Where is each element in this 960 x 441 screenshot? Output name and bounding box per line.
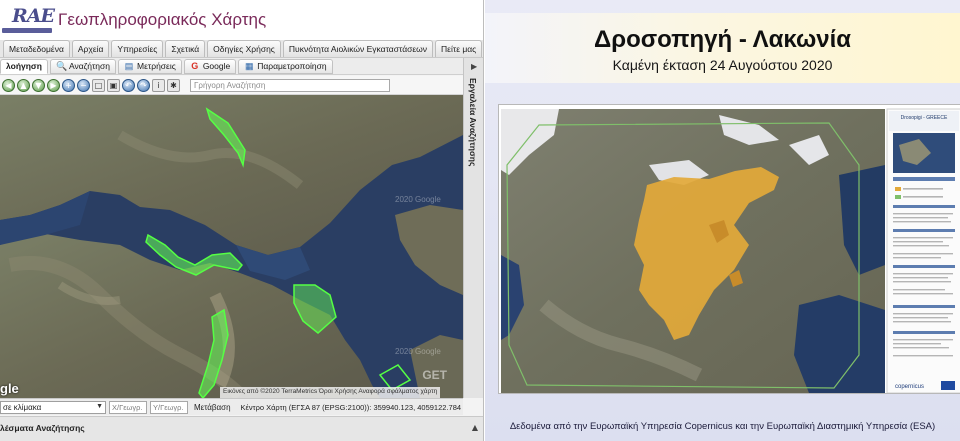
search-tools-panel[interactable]: ▶ Εργαλεία Αναζήτησης bbox=[463, 58, 483, 398]
zoom-extent-icon[interactable]: ▣ bbox=[107, 78, 120, 92]
tab-label: Αναζήτηση bbox=[68, 61, 110, 71]
collapse-icon[interactable]: ▶ bbox=[471, 62, 477, 71]
getc-watermark: GET bbox=[422, 368, 447, 382]
map-watermark: 2020 Google bbox=[395, 347, 441, 356]
scale-select[interactable]: σε κλίμακα ▼ bbox=[0, 400, 106, 414]
search-results-label: λέσματα Αναζήτησης bbox=[0, 423, 85, 433]
status-bar: σε κλίμακα ▼ Χ/Γεωγρ. Υ/Γεωγρ. Μετάβαση … bbox=[0, 398, 463, 415]
menu-tab-feedback[interactable]: Πείτε μας bbox=[435, 40, 483, 57]
logo-bar bbox=[2, 28, 52, 33]
menu-tab-user-guide[interactable]: Οδηγίες Χρήσης bbox=[207, 40, 281, 57]
zoom-out-icon[interactable]: − bbox=[77, 78, 90, 92]
tool-tabs: λοήγηση 🔍 Αναζήτηση ▤ Μετρήσεις G Google… bbox=[0, 58, 465, 75]
search-icon: 🔍 bbox=[55, 61, 68, 71]
tab-label: Παραμετροποίηση bbox=[257, 61, 327, 71]
settings-icon: ▦ bbox=[244, 61, 254, 71]
logo-text: RAE bbox=[12, 5, 55, 27]
tab-google[interactable]: G Google bbox=[183, 58, 237, 74]
pan-left-icon[interactable]: ◀ bbox=[2, 78, 15, 92]
info-icon[interactable]: i bbox=[152, 78, 165, 92]
latitude-input[interactable]: Υ/Γεωγρ. bbox=[150, 400, 188, 414]
slide-subtitle: Καμένη έκταση 24 Αυγούστου 2020 bbox=[612, 57, 833, 73]
longitude-input[interactable]: Χ/Γεωγρ. bbox=[109, 400, 147, 414]
search-tools-label: Εργαλεία Αναζήτησης bbox=[468, 78, 478, 167]
scale-select-value: σε κλίμακα bbox=[3, 402, 42, 412]
ruler-icon: ▤ bbox=[124, 61, 134, 71]
slide-title: Δροσοπηγή - Λακωνία bbox=[593, 26, 852, 53]
map-attribution[interactable]: Εικόνες από ©2020 TerraMetrics Όροι Χρήσ… bbox=[220, 387, 441, 398]
satellite-map-image bbox=[0, 95, 463, 398]
geo-map-app: RAE Γεωπληροφοριακός Χάρτης Μεταδεδομένα… bbox=[0, 0, 484, 441]
copernicus-logo: copernicus bbox=[895, 384, 924, 390]
zoom-next-icon[interactable]: ↷ bbox=[137, 78, 150, 92]
menu-tab-about[interactable]: Σχετικά bbox=[165, 40, 206, 57]
quick-search-input[interactable]: Γρήγορη Αναζήτηση bbox=[190, 78, 390, 92]
map-watermark: 2020 Google bbox=[395, 195, 441, 204]
zoom-in-icon[interactable]: + bbox=[62, 78, 75, 92]
tab-settings[interactable]: ▦ Παραμετροποίηση bbox=[238, 58, 333, 74]
burn-area-map-image: Drosopigi - GREECE copernicus bbox=[499, 105, 960, 393]
map-tools-row: ◀ ▲ ▼ ▶ + − □ ▣ ↶ ↷ i ✱ Γρήγορη Αναζήτησ… bbox=[0, 76, 465, 95]
zoom-previous-icon[interactable]: ↶ bbox=[122, 78, 135, 92]
menu-bar: Μεταδεδομένα Αρχεία Υπηρεσίες Σχετικά Οδ… bbox=[0, 40, 483, 58]
app-title: Γεωπληροφοριακός Χάρτης bbox=[58, 10, 267, 29]
tab-navigation[interactable]: λοήγηση bbox=[0, 58, 48, 74]
chevron-down-icon: ▼ bbox=[96, 402, 103, 410]
rae-logo: RAE bbox=[0, 3, 55, 37]
tab-label: Μετρήσεις bbox=[137, 61, 176, 71]
tab-measurements[interactable]: ▤ Μετρήσεις bbox=[118, 58, 182, 74]
pan-right-icon[interactable]: ▶ bbox=[47, 78, 60, 92]
menu-tab-metadata[interactable]: Μεταδεδομένα bbox=[3, 40, 70, 57]
map-center-coordinates: Κέντρο Χάρτη (ΕΓΣΑ 87 (EPSG:2100)): 3599… bbox=[240, 402, 462, 412]
go-button[interactable]: Μετάβαση bbox=[191, 403, 234, 412]
tab-search[interactable]: 🔍 Αναζήτηση bbox=[49, 58, 116, 74]
google-icon: G bbox=[191, 61, 199, 71]
network-icon[interactable]: ✱ bbox=[167, 78, 180, 92]
tab-label: Google bbox=[202, 61, 231, 71]
slide-footer: Δεδομένα από την Ευρωπαϊκή Υπηρεσία Cope… bbox=[509, 421, 936, 432]
pan-up-icon[interactable]: ▲ bbox=[17, 78, 30, 92]
search-results-panel[interactable]: λέσματα Αναζήτησης ▲ bbox=[0, 416, 483, 441]
copernicus-burn-map: Drosopigi - GREECE copernicus bbox=[498, 104, 960, 394]
satellite-map[interactable]: 2020 Google 2020 Google GET gle Εικόνες … bbox=[0, 95, 463, 398]
expand-icon[interactable]: ▲ bbox=[472, 423, 478, 432]
pan-down-icon[interactable]: ▼ bbox=[32, 78, 45, 92]
app-header: RAE Γεωπληροφοριακός Χάρτης bbox=[0, 0, 483, 40]
presentation-slide: Δροσοπηγή - Λακωνία Καμένη έκταση 24 Αυγ… bbox=[485, 0, 960, 441]
menu-tab-services[interactable]: Υπηρεσίες bbox=[111, 40, 164, 57]
menu-tab-files[interactable]: Αρχεία bbox=[71, 40, 110, 57]
zoom-box-icon[interactable]: □ bbox=[92, 78, 105, 92]
screen: RAE Γεωπληροφοριακός Χάρτης Μεταδεδομένα… bbox=[0, 0, 960, 441]
map-legend-title: Drosopigi - GREECE bbox=[901, 115, 948, 121]
google-logo: gle bbox=[0, 381, 19, 396]
menu-tab-wind-density[interactable]: Πυκνότητα Αιολικών Εγκαταστάσεων bbox=[282, 40, 434, 57]
tab-label: λοήγηση bbox=[6, 61, 42, 71]
